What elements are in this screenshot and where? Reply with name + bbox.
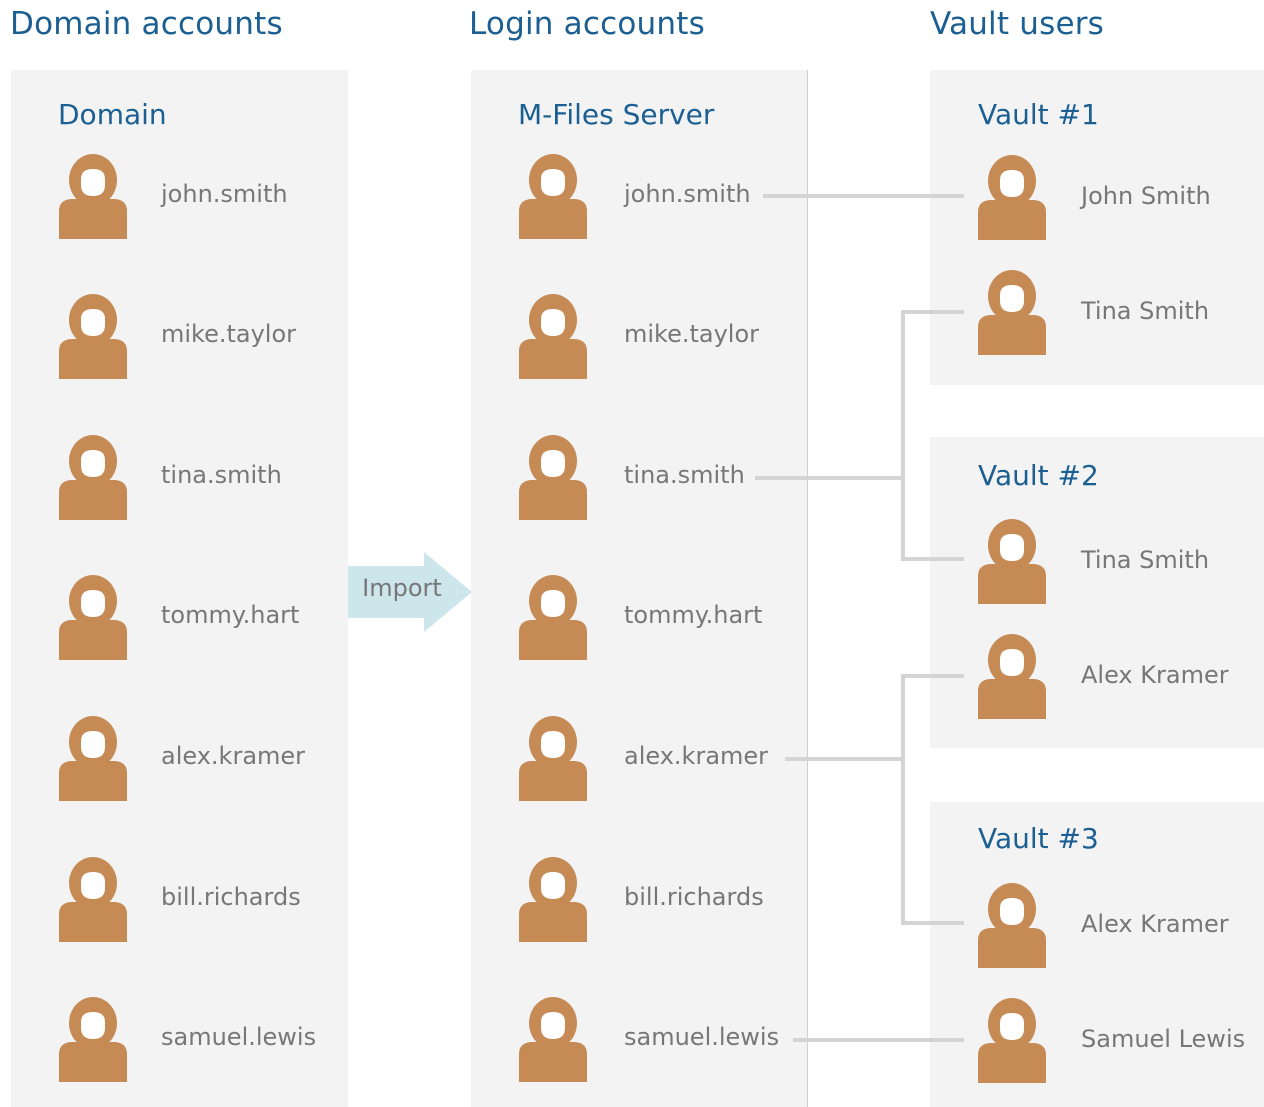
connector-lines [755,194,964,1042]
connector-tina-smith-branch [901,310,964,561]
connector-alex-kramer-branch [901,674,964,925]
